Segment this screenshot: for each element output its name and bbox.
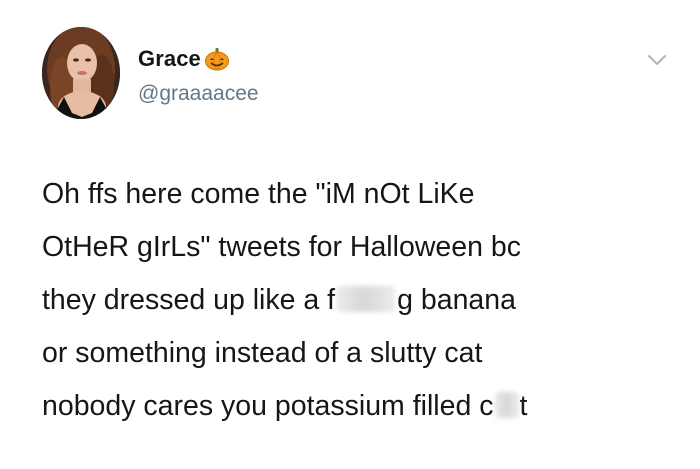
display-name[interactable]: Grace — [138, 46, 201, 72]
tweet-line: nobody cares you potassium filled c t — [42, 380, 682, 433]
censor-blur — [494, 392, 519, 418]
tweet-line: they dressed up like a f g banana — [42, 274, 682, 327]
tweet-line: OtHeR gIrLs" tweets for Halloween bc — [42, 231, 521, 263]
tweet-text: Oh ffs here come the "iM nOt LiKe OtHeR … — [42, 168, 682, 433]
censor-blur — [337, 286, 396, 312]
name-row: Grace — [138, 46, 230, 72]
pumpkin-icon — [204, 47, 230, 71]
tweet-line-text: they dressed up like a f — [42, 284, 336, 316]
avatar[interactable] — [42, 27, 120, 119]
chevron-down-icon[interactable] — [646, 52, 668, 68]
tweet-line: Oh ffs here come the "iM nOt LiKe — [42, 178, 475, 210]
avatar-image — [42, 27, 120, 119]
tweet-card: Grace @graaaacee Oh ffs here come the "i… — [0, 0, 700, 469]
user-handle[interactable]: @graaaacee — [138, 82, 259, 106]
tweet-line: or something instead of a slutty cat — [42, 337, 483, 369]
tweet-line-text: nobody cares you potassium filled c — [42, 390, 494, 422]
tweet-line-text: g banana — [397, 284, 516, 316]
tweet-line-text: t — [519, 390, 528, 422]
